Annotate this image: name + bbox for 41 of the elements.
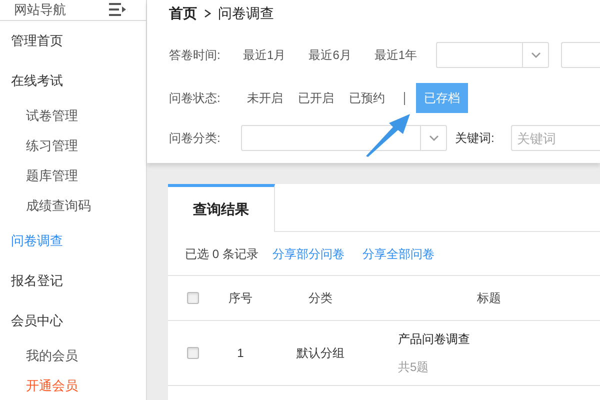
nav-subitem[interactable]: 题库管理 (0, 160, 146, 190)
table-cell-text: 1 (236, 345, 245, 362)
date-select[interactable] (436, 42, 550, 68)
filter-label: 问卷分类: (169, 130, 222, 147)
survey-title[interactable]: 产品问卷调查 (398, 330, 470, 348)
column-header: 序号 (228, 290, 254, 307)
nav-subitem[interactable]: 我的会员 (0, 340, 146, 370)
filter-option[interactable]: 最近1月 (239, 41, 290, 69)
checkbox[interactable] (187, 292, 199, 304)
selection-count: 已选 0 条记录 (185, 246, 258, 262)
date-select[interactable] (561, 42, 600, 68)
nav-item[interactable]: 报名登记 (0, 260, 146, 300)
chevron-down-icon (530, 52, 541, 58)
keyword-field[interactable]: 关键词 (511, 125, 600, 151)
question-count: 共5题 (398, 359, 429, 376)
breadcrumb-current: 问卷调查 (218, 4, 274, 22)
nav-subitem[interactable]: 试卷管理 (0, 100, 146, 130)
status-option[interactable]: 未开启 (239, 83, 291, 113)
breadcrumb-link[interactable]: 首页 (169, 2, 197, 24)
filter-option[interactable]: 最近1年 (370, 41, 422, 69)
nav-item[interactable]: 会员中心 (0, 300, 146, 340)
filter-label: 问卷状态: (169, 90, 222, 107)
nav-subitem[interactable]: 练习管理 (0, 130, 146, 160)
status-option[interactable]: 已开启 (290, 83, 342, 113)
pointer-arrow (365, 113, 411, 157)
chevron-icon (204, 8, 211, 18)
nav-item[interactable]: 在线考试 (0, 60, 146, 100)
status-option[interactable]: 已预约 (341, 83, 393, 113)
table-cell-text: 默认分组 (296, 345, 346, 362)
filter-label: 答卷时间: (169, 47, 222, 64)
column-header: 标题 (477, 290, 501, 307)
nav-item[interactable]: 管理首页 (0, 20, 146, 60)
column-header: 分类 (308, 290, 334, 307)
chevron-down-icon (428, 135, 438, 141)
checkbox[interactable] (187, 347, 199, 359)
filter-option[interactable]: 最近6月 (304, 41, 356, 69)
results-tab[interactable]: 查询结果 (168, 184, 275, 232)
filter-label: 关键词: (455, 130, 496, 147)
nav-subitem[interactable]: 成绩查询码 (0, 190, 146, 220)
sidebar-title: 网站导航 (14, 1, 66, 19)
menu-icon[interactable] (109, 3, 126, 16)
